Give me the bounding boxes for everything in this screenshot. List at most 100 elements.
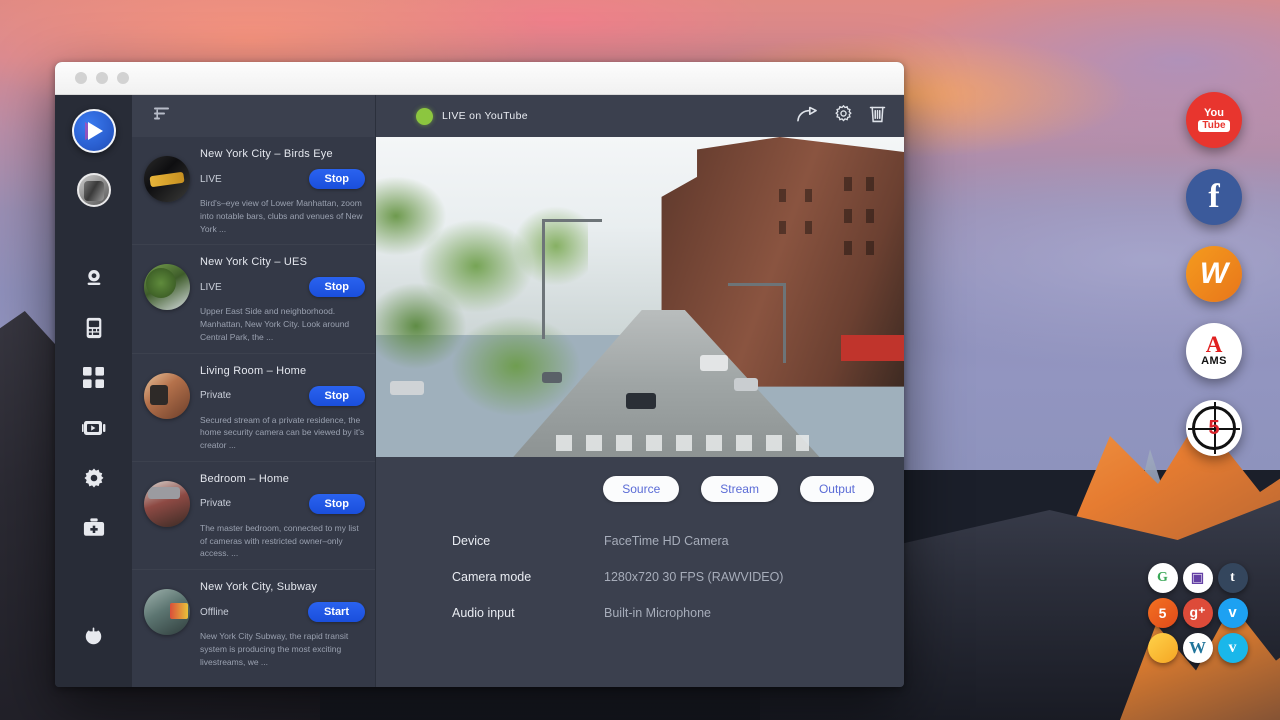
- first-aid-kit-icon: [83, 518, 105, 542]
- camera-action-button[interactable]: Stop: [309, 494, 365, 514]
- camera-list: New York City – Birds Eye LIVE Stop Bird…: [132, 137, 375, 687]
- share-icon[interactable]: [797, 106, 818, 127]
- camera-action-button[interactable]: Stop: [309, 277, 365, 297]
- tab-output[interactable]: Output: [800, 476, 874, 502]
- camera-thumbnail: [144, 481, 190, 527]
- sidebar-rail: [55, 95, 132, 687]
- info-value: FaceTime HD Camera: [604, 534, 729, 548]
- camera-list-item[interactable]: Living Room – Home Private Stop Secured …: [132, 353, 375, 461]
- camera-description: Secured stream of a private residence, t…: [200, 414, 365, 452]
- video-trees: [376, 156, 588, 438]
- facebook-dock-icon[interactable]: f: [1186, 169, 1242, 225]
- camera-list-toolbar: [132, 95, 375, 137]
- camera-title: New York City, Subway: [200, 581, 365, 593]
- tab-stream[interactable]: Stream: [701, 476, 778, 502]
- camera-state: LIVE: [200, 282, 222, 293]
- camera-state: Private: [200, 498, 231, 509]
- vimeo-icon[interactable]: v: [1218, 633, 1248, 663]
- camera-title: Bedroom – Home: [200, 473, 365, 485]
- adobe-a-glyph: A: [1206, 335, 1223, 355]
- mobile-device-icon: [84, 317, 104, 344]
- camera-thumbnail: [144, 264, 190, 310]
- camera-title: New York City – Birds Eye: [200, 148, 365, 160]
- camera-list-panel: New York City – Birds Eye LIVE Stop Bird…: [132, 95, 376, 687]
- sidebar-item-dashboard[interactable]: [71, 357, 117, 403]
- sun-icon[interactable]: [1148, 633, 1178, 663]
- camera-action-button[interactable]: Start: [308, 602, 365, 622]
- adobe-ams-dock-icon[interactable]: A AMS: [1186, 323, 1242, 379]
- trash-icon[interactable]: [869, 104, 886, 128]
- webcam-icon: [83, 267, 105, 294]
- window-titlebar: [55, 62, 904, 95]
- power-icon: [84, 627, 103, 651]
- camera-state: Private: [200, 390, 231, 401]
- minimize-button[interactable]: [96, 72, 108, 84]
- live-status-badge: LIVE on YouTube: [416, 108, 528, 125]
- twitter-icon[interactable]: ᴠ: [1218, 598, 1248, 628]
- info-value: 1280x720 30 FPS (RAWVIDEO): [604, 570, 783, 584]
- camera-description: New York City Subway, the rapid transit …: [200, 630, 365, 668]
- wordpress-icon[interactable]: W: [1183, 633, 1213, 663]
- camera-thumbnail: [144, 373, 190, 419]
- gear-icon: [83, 467, 105, 494]
- ams-label: AMS: [1201, 355, 1227, 367]
- camera-list-item[interactable]: New York City – UES LIVE Stop Upper East…: [132, 244, 375, 352]
- twitch-icon[interactable]: ▣: [1183, 563, 1213, 593]
- info-label: Audio input: [452, 606, 604, 620]
- camera-list-item[interactable]: New York City, Subway Offline Start New …: [132, 569, 375, 677]
- source-info-panel: Device FaceTime HD Camera Camera mode 12…: [376, 502, 904, 642]
- sidebar-item-cameras[interactable]: [71, 257, 117, 303]
- target-ring: 5: [1192, 406, 1236, 450]
- info-row-camera-mode: Camera mode 1280x720 30 FPS (RAWVIDEO): [452, 570, 904, 584]
- live-status-dot: [416, 108, 433, 125]
- wowza-dock-icon[interactable]: W: [1186, 246, 1242, 302]
- camera-list-item[interactable]: Bedroom – Home Private Stop The master b…: [132, 461, 375, 569]
- live-status-label: LIVE on YouTube: [442, 110, 528, 122]
- youtube-dock-icon[interactable]: You Tube: [1186, 92, 1242, 148]
- add-camera-button[interactable]: + Add Camera: [132, 677, 375, 687]
- sort-filter-icon[interactable]: [154, 107, 170, 126]
- camera-state: LIVE: [200, 174, 222, 185]
- info-row-audio-input: Audio input Built-in Microphone: [452, 606, 904, 620]
- sidebar-item-support[interactable]: [71, 507, 117, 553]
- camera-description: Upper East Side and neighborhood. Manhat…: [200, 305, 365, 343]
- info-row-device: Device FaceTime HD Camera: [452, 534, 904, 548]
- sidebar-item-power[interactable]: [71, 616, 117, 662]
- grid-icon: [83, 367, 104, 393]
- desktop-minidock: G ▣ t 5 g⁺ ᴠ W v: [1145, 560, 1250, 665]
- sidebar-item-devices[interactable]: [71, 307, 117, 353]
- close-button[interactable]: [75, 72, 87, 84]
- sidebar-item-app-logo[interactable]: [72, 109, 116, 153]
- tab-source[interactable]: Source: [603, 476, 679, 502]
- info-label: Camera mode: [452, 570, 604, 584]
- camera-title: Living Room – Home: [200, 365, 365, 377]
- camera-state: Offline: [200, 607, 229, 618]
- app-window: New York City – Birds Eye LIVE Stop Bird…: [55, 62, 904, 687]
- maximize-button[interactable]: [117, 72, 129, 84]
- main-toolbar: LIVE on YouTube: [376, 95, 904, 137]
- info-label: Device: [452, 534, 604, 548]
- youtube-tube-label: Tube: [1198, 120, 1229, 133]
- camera-list-item[interactable]: New York City – Birds Eye LIVE Stop Bird…: [132, 137, 375, 244]
- camera-thumbnail: [144, 589, 190, 635]
- grammarly-icon[interactable]: G: [1148, 563, 1178, 593]
- google-plus-icon[interactable]: g⁺: [1183, 598, 1213, 628]
- camera-description: Bird's–eye view of Lower Manhattan, zoom…: [200, 197, 365, 235]
- five-target-dock-icon[interactable]: 5: [1186, 400, 1242, 456]
- video-awning: [841, 335, 904, 361]
- sidebar-item-user-avatar[interactable]: [77, 173, 111, 207]
- video-preview[interactable]: [376, 137, 904, 457]
- tumblr-icon[interactable]: t: [1218, 563, 1248, 593]
- info-value: Built-in Microphone: [604, 606, 711, 620]
- sidebar-item-player[interactable]: [71, 407, 117, 453]
- youtube-you-label: You: [1204, 108, 1224, 119]
- gear-icon[interactable]: [834, 104, 853, 128]
- desktop-dock: You Tube f W A AMS 5: [1186, 92, 1242, 456]
- five-icon[interactable]: 5: [1148, 598, 1178, 628]
- camera-action-button[interactable]: Stop: [309, 169, 365, 189]
- detail-tabs: Source Stream Output: [376, 457, 904, 502]
- camera-action-button[interactable]: Stop: [309, 386, 365, 406]
- sidebar-item-settings[interactable]: [71, 457, 117, 503]
- play-logo-icon: [88, 122, 103, 140]
- five-number: 5: [1208, 417, 1219, 440]
